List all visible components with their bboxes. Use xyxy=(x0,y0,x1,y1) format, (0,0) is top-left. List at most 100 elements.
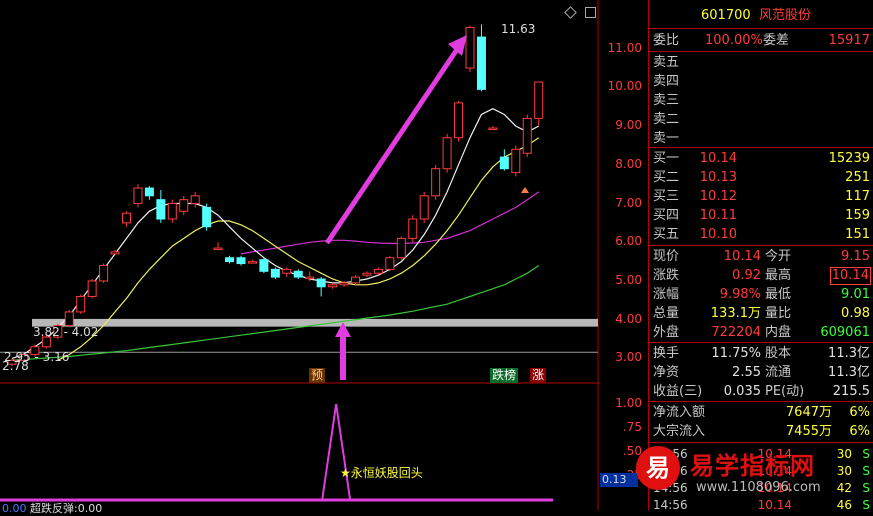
flow-amount: 7455万 xyxy=(785,424,832,439)
marker-triangle xyxy=(521,187,529,193)
quote-label: 涨幅 xyxy=(653,287,680,302)
quote-row: 涨幅 9.98% 最低 9.01 xyxy=(649,285,873,304)
candle-body xyxy=(259,259,269,272)
quote-label: 涨跌 xyxy=(653,268,680,283)
price-tick: 11.00 xyxy=(607,40,642,55)
ma-line-magenta xyxy=(240,191,540,255)
tag-list[interactable]: 跌榜 xyxy=(490,368,519,383)
buy-row[interactable]: 买五 10.10 151 xyxy=(649,225,873,244)
buy-row[interactable]: 买一 10.14 15239 xyxy=(649,149,873,168)
buy-label: 买三 xyxy=(653,189,680,204)
sell-label: 卖一 xyxy=(653,131,680,146)
buy-volume: 159 xyxy=(845,208,870,223)
candle-body xyxy=(87,280,97,297)
indicator-tick: .75 xyxy=(622,420,642,434)
watermark-logo: 易 xyxy=(636,446,680,490)
quote-row: 现价 10.14 今开 9.15 xyxy=(649,247,873,266)
signal-arrow xyxy=(335,322,351,380)
order-diff-value: 15917 xyxy=(828,33,870,48)
candle-body xyxy=(431,168,441,197)
quote-label: 内盘 xyxy=(765,325,792,340)
candle-body xyxy=(247,261,257,264)
tag-rise[interactable]: 涨 xyxy=(530,368,547,383)
watermark: 易 易学指标网 www.1108096.com xyxy=(636,444,873,506)
buy-volume: 251 xyxy=(845,170,870,185)
quote-label: 最低 xyxy=(765,287,792,302)
sell-row[interactable]: 卖一 xyxy=(649,129,873,148)
order-ratio-value: 100.00% xyxy=(705,33,763,48)
candle-body xyxy=(270,268,280,278)
flow-row: 净流入额 7647万 6% xyxy=(649,403,873,422)
kline-svg xyxy=(0,0,600,510)
quote-value: 0.98 xyxy=(841,306,870,321)
buy-price: 10.12 xyxy=(699,189,737,204)
price-tick: 3.00 xyxy=(615,350,642,365)
buy-price: 10.11 xyxy=(699,208,737,223)
price-tick: 7.00 xyxy=(615,195,642,210)
price-axis: 11.00 10.00 9.00 8.00 7.00 6.00 5.00 4.00 3.00 1… xyxy=(600,0,648,510)
candle-body xyxy=(373,268,383,274)
zone1-label: 3.82 - 4.02 xyxy=(33,325,99,339)
fund-value: 11.3亿 xyxy=(828,346,870,361)
candle-body xyxy=(167,203,177,220)
candle-body xyxy=(511,148,521,174)
indicator-title: 超跌反弹:0.00 xyxy=(30,502,103,515)
price-tick: 5.00 xyxy=(615,272,642,287)
sell-row[interactable]: 卖二 xyxy=(649,110,873,129)
candle-body xyxy=(488,127,498,131)
candle-body xyxy=(408,218,418,239)
signal-text: 永恒妖股回头 xyxy=(350,466,423,480)
candle-body xyxy=(122,212,131,224)
price-tick: 6.00 xyxy=(615,234,642,249)
quote-row: 总量 133.1万 量比 0.98 xyxy=(649,304,873,323)
flow-amount: 7647万 xyxy=(785,405,832,420)
quote-value: 609061 xyxy=(820,325,870,340)
candle-body xyxy=(133,187,143,205)
candle-body xyxy=(64,311,74,326)
quote-value: 9.98% xyxy=(719,287,761,302)
candle-body xyxy=(76,295,86,313)
candle-body xyxy=(396,237,406,259)
buy-price: 10.10 xyxy=(699,227,737,242)
fund-value: 215.5 xyxy=(832,384,870,399)
sell-row[interactable]: 卖五 xyxy=(649,53,873,72)
fund-label: 换手 xyxy=(653,346,680,361)
candle-body xyxy=(328,284,338,288)
candle-body xyxy=(316,278,326,288)
buy-label: 买一 xyxy=(653,151,680,166)
trend-arrow-shaft xyxy=(324,40,465,245)
quote-value: 133.1万 xyxy=(710,306,761,321)
sell-row[interactable]: 卖三 xyxy=(649,91,873,110)
candle-body xyxy=(351,276,360,284)
fund-value: 11.75% xyxy=(711,346,761,361)
candle-body xyxy=(534,81,544,119)
candle-body xyxy=(454,102,464,139)
stock-name: 风范股份 xyxy=(759,8,812,23)
stock-code: 601700 xyxy=(701,8,751,23)
candle-body xyxy=(499,156,509,170)
fund-label: PE(动) xyxy=(765,384,805,399)
buy-price: 10.14 xyxy=(699,151,737,166)
quote-label: 今开 xyxy=(765,249,792,264)
buy-row[interactable]: 买二 10.13 251 xyxy=(649,168,873,187)
sell-row[interactable]: 卖四 xyxy=(649,72,873,91)
indicator-name: 0.00 超跌反弹:0.00 xyxy=(2,500,102,516)
candle-body xyxy=(419,195,429,220)
fund-value: 2.55 xyxy=(732,365,761,380)
quote-value: 10.14 xyxy=(829,267,871,285)
candle-body xyxy=(99,264,109,282)
kline-chart[interactable]: 11.63 3.82 - 4.02 2.95 - 3.16 2.78 预 跌榜 … xyxy=(0,0,600,515)
candle-body xyxy=(476,36,486,90)
quote-label: 最高 xyxy=(765,268,792,283)
quote-value: 9.01 xyxy=(841,287,870,302)
low-price-label: 2.78 xyxy=(2,359,29,373)
tag-pre[interactable]: 预 xyxy=(309,368,326,383)
buy-row[interactable]: 买四 10.11 159 xyxy=(649,206,873,225)
ma-line-green xyxy=(11,265,540,361)
window-icon[interactable] xyxy=(585,7,596,18)
buy-volume: 151 xyxy=(845,227,870,242)
buy-row[interactable]: 买三 10.12 117 xyxy=(649,187,873,206)
candle-body xyxy=(282,268,292,274)
stock-header[interactable]: 601700 风范股份 xyxy=(649,6,873,25)
price-tick: 10.00 xyxy=(607,79,642,94)
